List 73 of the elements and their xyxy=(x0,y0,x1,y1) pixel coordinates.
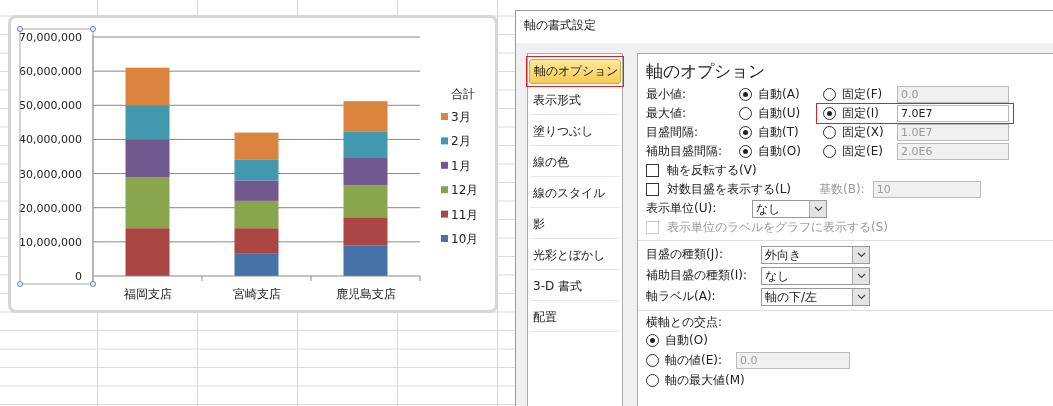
legend-label: 1月 xyxy=(451,158,471,173)
legend-label: 2月 xyxy=(451,134,471,149)
radio-option[interactable]: 軸の値(E): xyxy=(646,351,736,369)
bar-segment xyxy=(125,67,170,106)
bar-segment xyxy=(343,217,388,246)
chevron-down-icon xyxy=(856,251,866,258)
field-label: 補助目盛の種類(I): xyxy=(646,267,748,284)
category-item[interactable]: 配置 xyxy=(529,306,621,332)
bar-segment xyxy=(343,101,388,132)
bar-segment xyxy=(125,105,170,140)
category-item[interactable]: 塗りつぶし xyxy=(529,120,621,146)
dropdown[interactable]: 軸の下/左 xyxy=(761,287,870,306)
checkbox-option[interactable]: 対数目盛を表示する(L) xyxy=(646,181,819,198)
y-tick-label: 60,000,000 xyxy=(19,65,82,79)
legend-label: 3月 xyxy=(451,110,471,124)
field-label: 最大値: xyxy=(646,105,688,122)
category-item[interactable]: 表示形式 xyxy=(529,89,621,115)
bar-segment xyxy=(343,157,388,186)
bar-segment xyxy=(343,245,388,276)
category-item[interactable]: 3-D 書式 xyxy=(529,275,621,301)
panel-title: 軸のオプション xyxy=(646,60,766,83)
category-item[interactable]: 線の色 xyxy=(529,151,621,177)
field-label: 軸ラベル(A): xyxy=(646,288,717,305)
radio-option[interactable]: 自動(U) xyxy=(739,105,816,122)
legend-title: 合計 xyxy=(451,87,475,101)
bar-segment xyxy=(234,159,279,181)
input-field[interactable]: 7.0E7 xyxy=(897,105,1009,122)
bar-segment xyxy=(125,139,170,177)
bar-segment xyxy=(234,228,279,254)
bar-segment xyxy=(343,131,388,158)
radio-option[interactable]: 自動(O) xyxy=(646,331,736,349)
category-label: 宮崎支店 xyxy=(232,287,281,301)
bar-segment xyxy=(125,228,170,276)
section-label: 横軸との交点: xyxy=(646,314,724,330)
chevron-down-icon xyxy=(856,293,866,300)
y-tick-label: 0 xyxy=(75,270,82,283)
y-tick-label: 30,000,000 xyxy=(19,167,82,181)
bar-segment xyxy=(234,180,279,201)
chevron-down-icon xyxy=(813,205,823,212)
y-tick-label: 70,000,000 xyxy=(19,31,82,44)
dropdown[interactable]: なし xyxy=(752,199,827,218)
y-tick-label: 10,000,000 xyxy=(19,235,82,249)
bar-segment xyxy=(234,200,279,229)
field-label: 最小値: xyxy=(646,86,688,103)
checkbox-option[interactable]: 軸を反転する(V) xyxy=(646,162,819,179)
field-label: 目盛の種類(J): xyxy=(646,246,724,263)
legend-label: 10月 xyxy=(451,232,479,246)
dropdown[interactable]: なし xyxy=(761,266,870,285)
field-label: 表示単位(U): xyxy=(646,200,718,217)
category-label: 鹿児島支店 xyxy=(335,287,396,301)
dialog-title: 軸の書式設定 xyxy=(516,11,1053,43)
field-label: 基数(B): xyxy=(819,181,865,198)
y-tick-label: 40,000,000 xyxy=(19,133,82,147)
bar-segment xyxy=(234,132,279,160)
axis-selection-frame[interactable] xyxy=(17,26,96,287)
category-item[interactable]: 光彩とぼかし xyxy=(529,244,621,270)
y-tick-label: 50,000,000 xyxy=(19,99,82,113)
bar-segment xyxy=(343,185,388,218)
category-item[interactable]: 線のスタイル xyxy=(529,182,621,208)
category-item[interactable]: 影 xyxy=(529,213,621,239)
field-label: 補助目盛間隔: xyxy=(646,143,724,160)
legend-label: 11月 xyxy=(451,207,479,222)
field-label: 目盛間隔: xyxy=(646,124,700,141)
chart-background[interactable]: 0 10,000,000 20,000,000 30,000,000 40,000,000 50,000,000 60,000,000 70,000,000 福岡支店 宮崎支店 鹿児島支店 合計 3月 2月 1月 12月 11月 10月 xyxy=(8,15,498,313)
category-label: 福岡支店 xyxy=(123,287,172,301)
radio-option[interactable]: 軸の最大値(M) xyxy=(646,371,745,389)
category-item[interactable]: 軸のオプション xyxy=(529,59,621,84)
chevron-down-icon xyxy=(856,272,866,279)
bar-segment xyxy=(125,177,170,229)
y-tick-label: 20,000,000 xyxy=(19,201,82,215)
radio-option[interactable]: 固定(I) xyxy=(823,105,897,122)
legend-label: 12月 xyxy=(451,183,479,198)
dropdown[interactable]: 外向き xyxy=(761,245,870,264)
